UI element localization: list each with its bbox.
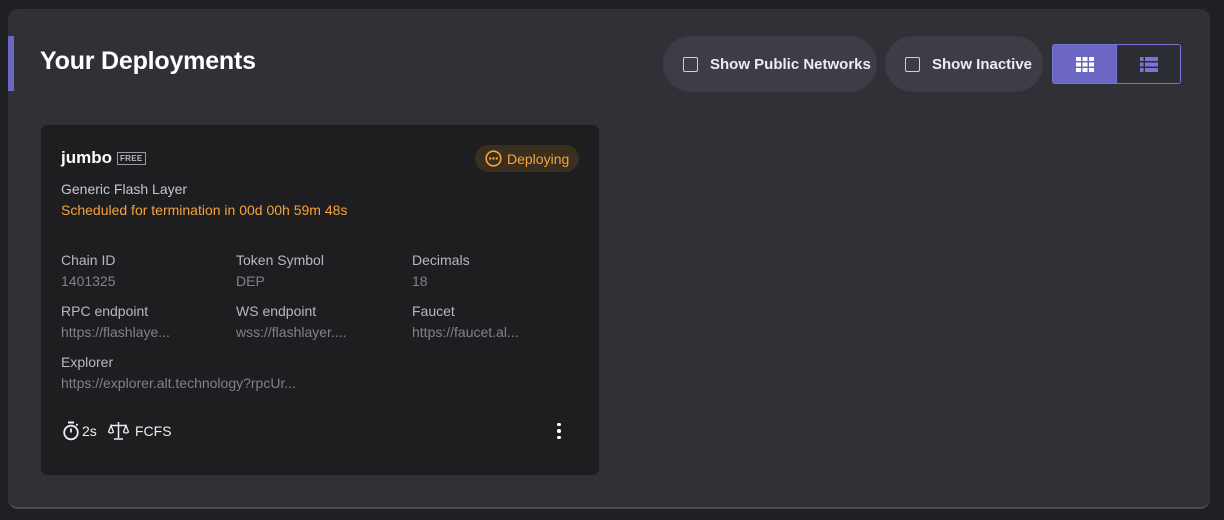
field-label: RPC endpoint [61,303,149,319]
status-text: Deploying [507,150,570,167]
field-token-symbol: Token Symbol DEP [236,252,324,289]
sequencing-mode: FCFS [108,421,172,441]
termination-notice: Scheduled for termination in 00d 00h 59m… [61,202,348,218]
field-rpc-endpoint: RPC endpoint https://flashlaye... [61,303,170,340]
more-horizontal-circle-icon [485,150,502,167]
deployment-card[interactable]: jumbo FREE Deploying Generic Flash Layer… [41,125,599,475]
view-mode-toggle [1052,44,1181,84]
ws-endpoint-link[interactable]: wss://flashlayer.... [236,324,346,340]
show-inactive-checkbox[interactable] [905,56,920,72]
field-label: Decimals [412,252,470,268]
page-title: Your Deployments [40,47,256,75]
field-faucet: Faucet https://faucet.al... [412,303,519,340]
more-vertical-icon-dot [557,429,561,433]
field-value: DEP [236,273,265,289]
field-label: Chain ID [61,252,116,268]
faucet-link[interactable]: https://faucet.al... [412,324,519,340]
field-label: Faucet [412,303,455,319]
sequencing-value: FCFS [135,423,172,439]
rpc-endpoint-link[interactable]: https://flashlaye... [61,324,170,340]
deployment-name: jumbo [61,148,112,167]
show-public-networks-checkbox[interactable] [683,56,698,72]
show-public-networks-label: Show Public Networks [710,55,871,73]
field-chain-id: Chain ID 1401325 [61,252,116,289]
grid-view-button[interactable] [1053,45,1116,83]
list-icon [1139,56,1158,72]
list-view-button[interactable] [1116,45,1180,83]
show-public-networks-toggle[interactable]: Show Public Networks [663,36,877,92]
field-value: 18 [412,273,428,289]
grid-icon [1075,56,1094,72]
block-time-value: 2s [82,423,97,439]
block-time: 2s [62,421,97,441]
explorer-link[interactable]: https://explorer.alt.technology?rpcUr... [61,375,296,391]
field-label: Token Symbol [236,252,324,268]
show-inactive-toggle[interactable]: Show Inactive [885,36,1043,92]
tier-badge: FREE [117,152,146,165]
field-label: Explorer [61,354,114,370]
scale-icon [108,422,129,440]
stopwatch-icon [63,421,79,441]
more-options-button[interactable] [551,420,567,442]
title-accent-bar [8,36,14,91]
status-badge: Deploying [475,145,579,172]
deployments-panel: Your Deployments Show Public Networks Sh… [8,9,1210,509]
field-explorer: Explorer https://explorer.alt.technology… [61,354,296,391]
more-vertical-icon-dot [557,435,561,440]
more-vertical-icon [557,422,561,427]
field-label: WS endpoint [236,303,317,319]
field-value: 1401325 [61,273,116,289]
show-inactive-label: Show Inactive [932,55,1033,73]
deployment-type: Generic Flash Layer [61,181,188,197]
field-ws-endpoint: WS endpoint wss://flashlayer.... [236,303,346,340]
field-decimals: Decimals 18 [412,252,470,289]
